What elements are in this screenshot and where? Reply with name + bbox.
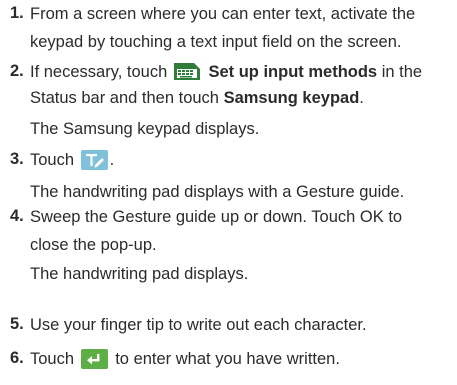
step-5: 5. Use your finger tip to write out each… <box>0 315 367 335</box>
set-up-input-methods-label: Set up input methods <box>208 63 378 81</box>
step-text-line: If necessary, touch Set up input methods… <box>30 62 422 82</box>
step-text: If necessary, touch <box>30 63 168 81</box>
step-1: 1. From a screen where you can enter tex… <box>0 4 415 52</box>
step-text-line: Touch to enter what you have written. <box>30 348 340 370</box>
step-text-line: From a screen where you can enter text, … <box>30 5 416 23</box>
step-text: Touch <box>30 350 75 368</box>
step-text-line: keypad by touching a text input field on… <box>30 33 402 51</box>
step-text-line: Touch . <box>30 149 404 171</box>
enter-key-icon <box>80 348 108 369</box>
keyboard-grid-icon <box>173 63 200 81</box>
step-text: . <box>359 89 364 107</box>
step-text: Status bar and then touch <box>30 89 219 107</box>
step-result: The handwriting pad displays. <box>30 265 249 283</box>
step-result: The Samsung keypad displays. <box>30 120 260 138</box>
step-6: 6. Touch to enter what you have written. <box>0 348 340 370</box>
samsung-keypad-label: Samsung keypad <box>223 89 360 107</box>
step-2: 2. If necessary, touch Set up input meth… <box>0 62 422 139</box>
step-text-line: close the pop-up. <box>30 236 157 254</box>
handwriting-t-pen-icon <box>80 149 108 170</box>
step-text-line: Use your finger tip to write out each ch… <box>30 316 367 334</box>
step-4: 4. Sweep the Gesture guide up or down. T… <box>0 207 402 284</box>
step-number: 6. <box>10 349 24 367</box>
step-number: 5. <box>10 315 24 333</box>
step-number: 3. <box>10 150 24 168</box>
step-text-line: Status bar and then touch Samsung keypad… <box>30 88 422 108</box>
step-text: in the <box>381 63 423 81</box>
step-text: to enter what you have written. <box>115 350 340 368</box>
step-number: 4. <box>10 207 24 225</box>
step-text: Touch <box>30 151 75 169</box>
step-3: 3. Touch . The handwriting pad displays … <box>0 149 405 202</box>
step-number: 2. <box>10 62 24 80</box>
step-text: . <box>109 151 115 169</box>
step-result: The handwriting pad displays with a Gest… <box>30 182 405 201</box>
step-text-line: Sweep the Gesture guide up or down. Touc… <box>30 208 403 226</box>
step-number: 1. <box>10 4 24 22</box>
